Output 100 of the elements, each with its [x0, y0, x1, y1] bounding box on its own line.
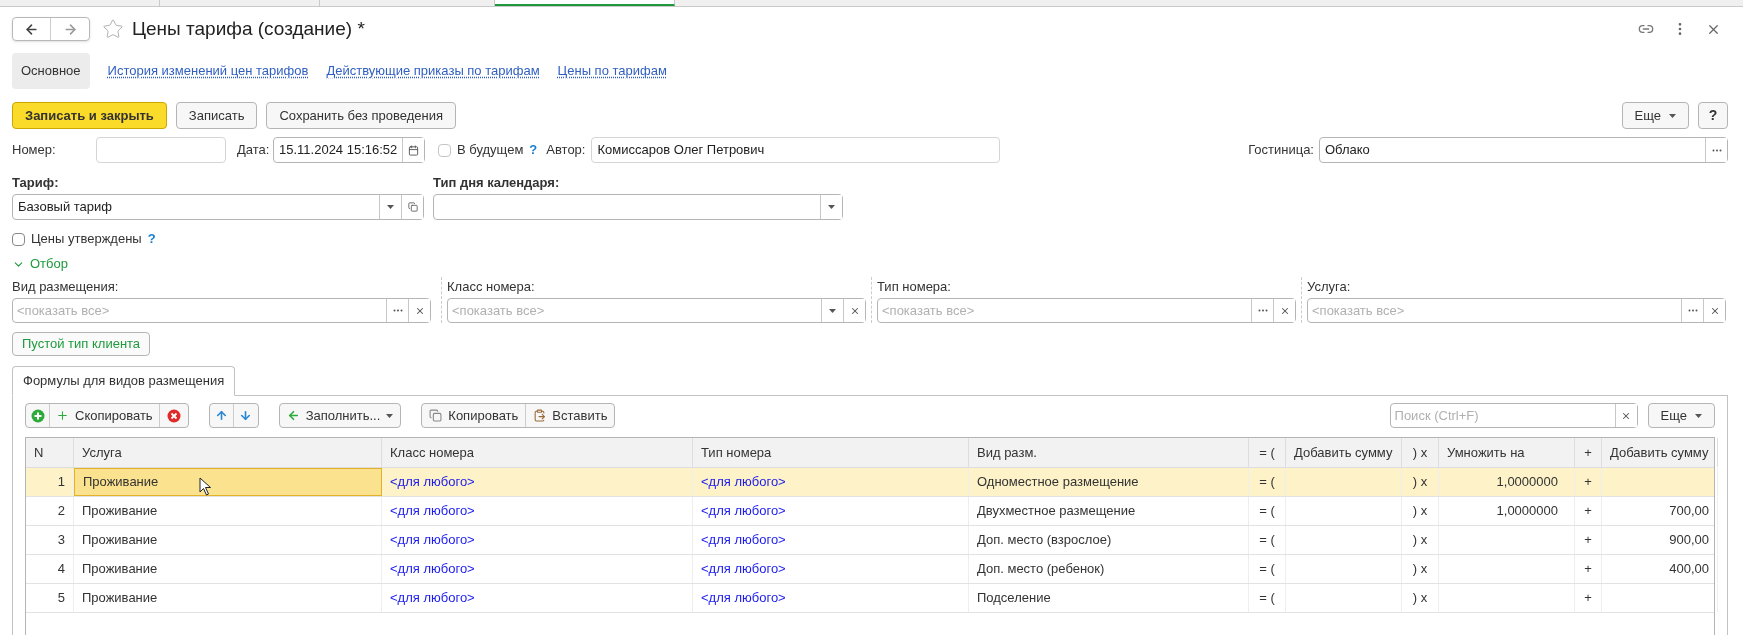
- more-button[interactable]: Еще: [1647, 403, 1715, 428]
- table-cell: <для любого>: [382, 497, 693, 525]
- table-tab[interactable]: Формулы для видов размещения: [12, 366, 236, 396]
- clear-button[interactable]: [408, 299, 430, 322]
- table-cell: 700,00: [1602, 497, 1718, 525]
- table-cell: ) x: [1402, 555, 1439, 583]
- nav-tab[interactable]: История изменений цен тарифов: [107, 61, 309, 81]
- ellipsis-icon: [1687, 309, 1698, 312]
- clear-button[interactable]: [1614, 404, 1637, 427]
- clear-button[interactable]: [1703, 299, 1725, 322]
- empty-client-type-button[interactable]: Пустой тип клиента: [12, 332, 151, 356]
- caret-icon: [1669, 113, 1676, 118]
- field-label: Тип номера:: [877, 278, 952, 295]
- column-header: Добавить сумму: [1602, 438, 1718, 467]
- table-cell: 1,0000000: [1439, 497, 1575, 525]
- window-title: Цены тарифа (создание) *: [132, 16, 365, 41]
- table-cell: ) x: [1402, 497, 1439, 525]
- table-cell: Доп. место (взрослое): [969, 526, 1249, 554]
- ellipsis-icon: [1711, 148, 1722, 152]
- command-button[interactable]: Сохранить без проведения: [266, 102, 456, 129]
- table-cell: Проживание: [74, 526, 382, 554]
- table-cell: = (: [1249, 555, 1286, 583]
- table-cell: ) x: [1402, 526, 1439, 554]
- table-cell: <для любого>: [382, 584, 693, 612]
- open-button[interactable]: [401, 195, 423, 219]
- clear-button[interactable]: [1273, 299, 1295, 322]
- plus-icon: [56, 409, 69, 422]
- star-icon[interactable]: [102, 18, 124, 40]
- column-header: Класс номера: [382, 438, 693, 467]
- field-label: Класс номера:: [447, 278, 536, 295]
- placeholder-text: <показать все>: [16, 301, 111, 320]
- command-button[interactable]: Записать: [175, 102, 258, 129]
- help-hint[interactable]: ?: [147, 229, 156, 249]
- column-header: Услуга: [74, 438, 382, 467]
- mouse-pointer-icon: [199, 477, 212, 496]
- copy-icon: [429, 409, 443, 422]
- table-cell: Проживание: [74, 555, 382, 583]
- author-field[interactable]: Комиссаров Олег Петрович: [591, 137, 1001, 163]
- table-cell: 900,00: [1602, 526, 1718, 554]
- table-cell: Проживание: [74, 468, 382, 496]
- fill-button[interactable]: Заполнить...: [278, 403, 402, 428]
- paste-icon: [533, 409, 547, 422]
- table-cell: <для любого>: [693, 497, 969, 525]
- clear-icon: [1621, 410, 1632, 421]
- table-cell: 400,00: [1602, 555, 1718, 583]
- table-cell: <для любого>: [693, 468, 969, 496]
- copy-button[interactable]: Копировать: [422, 404, 527, 427]
- table-cell: Двухместное размещение: [969, 497, 1249, 525]
- table-cell: = (: [1249, 584, 1286, 612]
- caret-icon: [829, 308, 836, 313]
- paste-button[interactable]: Вставить: [526, 404, 615, 427]
- date-field[interactable]: 15.11.2024 15:16:52: [273, 137, 425, 163]
- clear-icon: [414, 305, 425, 316]
- placeholder-text: Поиск (Ctrl+F): [1393, 406, 1480, 425]
- caret-icon: [828, 205, 835, 209]
- calendar-day-type-field[interactable]: [433, 194, 843, 220]
- clear-icon: [849, 305, 860, 316]
- command-button[interactable]: Записать и закрыть: [12, 102, 167, 129]
- help-hint[interactable]: ?: [529, 140, 538, 160]
- placeholder-text: <показать все>: [881, 301, 976, 320]
- table-cell: <для любого>: [382, 526, 693, 554]
- field-label: Номер:: [12, 141, 57, 160]
- table-cell: +: [1575, 497, 1602, 525]
- plus-circle-icon: [30, 408, 45, 423]
- table-cell: 5: [26, 584, 74, 612]
- table-cell: Подселение: [969, 584, 1249, 612]
- calendar-icon: [408, 144, 419, 156]
- hotel-field[interactable]: Облако: [1319, 137, 1728, 163]
- table-cell: 1,0000000: [1439, 468, 1575, 496]
- help-button[interactable]: ?: [1698, 102, 1728, 129]
- more-button[interactable]: Еще: [1621, 102, 1689, 129]
- table-cell: <для любого>: [693, 584, 969, 612]
- nav-tab[interactable]: Действующие приказы по тарифам: [326, 61, 540, 81]
- column-header: Тип номера: [693, 438, 969, 467]
- clear-button[interactable]: [843, 299, 865, 322]
- caret-icon: [1695, 413, 1702, 418]
- calendar-button[interactable]: [402, 138, 424, 162]
- table-cell: Проживание: [74, 497, 382, 525]
- field-label: Тариф:: [12, 174, 60, 191]
- table-cell: +: [1575, 584, 1602, 612]
- field-value: Базовый тариф: [17, 198, 113, 217]
- table-cell: +: [1575, 555, 1602, 583]
- nav-tab[interactable]: Основное: [12, 53, 90, 89]
- number-field[interactable]: [96, 137, 226, 163]
- placeholder-text: <показать все>: [451, 301, 546, 320]
- column-header: = (: [1249, 438, 1286, 467]
- column-header: +: [1575, 438, 1602, 467]
- windows-icon: [407, 202, 418, 212]
- checkbox[interactable]: [12, 232, 25, 246]
- delete-icon: [166, 408, 181, 423]
- checkbox[interactable]: [438, 143, 451, 157]
- table-cell: = (: [1249, 468, 1286, 496]
- table-cell: <для любого>: [693, 526, 969, 554]
- nav-tab[interactable]: Цены по тарифам: [557, 61, 667, 81]
- tariff-field[interactable]: Базовый тариф: [12, 194, 424, 220]
- dropdown-button[interactable]: [820, 195, 842, 219]
- table-cell: = (: [1249, 526, 1286, 554]
- filter-toggle[interactable]: Отбор: [12, 255, 68, 273]
- table-cell: = (: [1249, 497, 1286, 525]
- field-value: Облако: [1324, 141, 1371, 160]
